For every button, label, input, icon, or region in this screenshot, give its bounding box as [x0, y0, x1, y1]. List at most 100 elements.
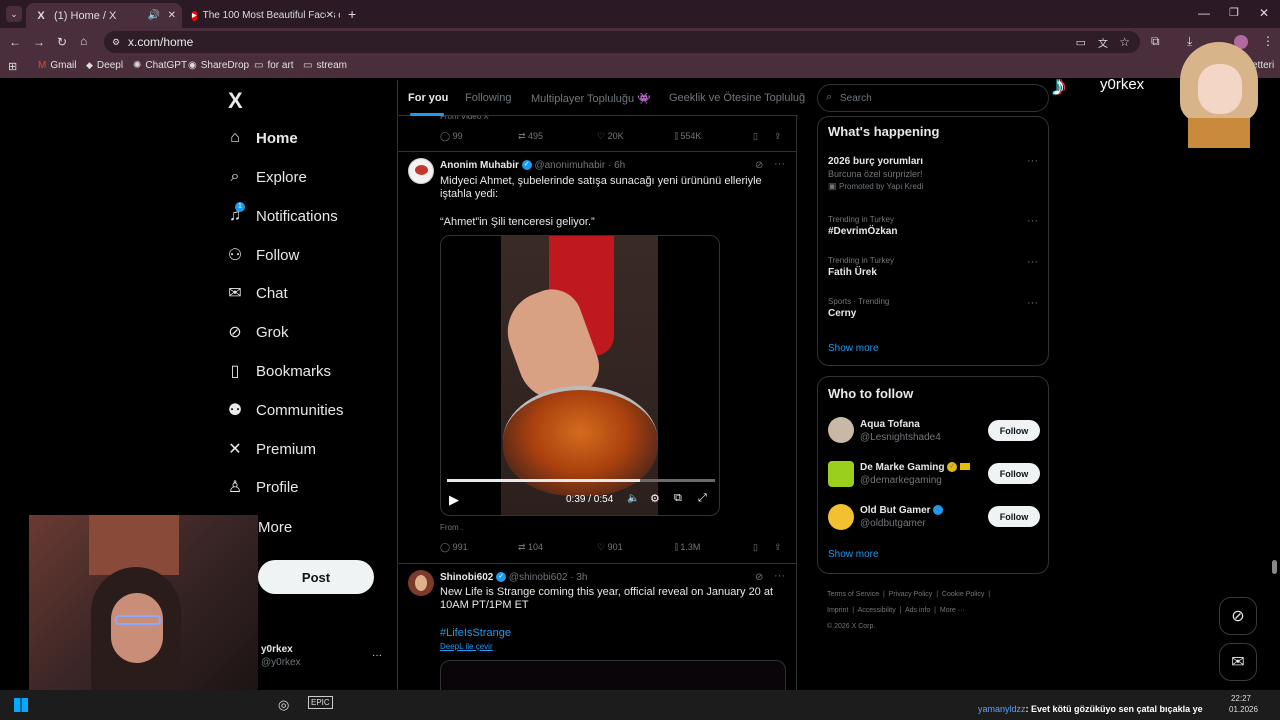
close-tab-icon[interactable]: ✕	[168, 10, 176, 21]
bookmark-gmail[interactable]: M Gmail	[38, 60, 76, 71]
bookmark-tweet-icon[interactable]: ▯	[753, 131, 758, 142]
share-icon[interactable]: ⇪	[774, 542, 782, 553]
tab-multiplayer-community[interactable]: Multiplayer Topluluğu 👾	[531, 92, 651, 105]
tab-x-home[interactable]: X (1) Home / X 🔊 ✕	[26, 3, 182, 28]
video-source[interactable]: From .	[440, 523, 463, 532]
volume-icon[interactable]: 🔈	[627, 493, 639, 504]
epic-games-icon[interactable]: EPIC	[308, 696, 333, 709]
tweet-time[interactable]: 3h	[576, 572, 587, 583]
follow-button[interactable]: Follow	[988, 506, 1040, 527]
repost-button[interactable]: ⇄ 104	[518, 542, 543, 553]
video-player[interactable]: ▶ 0:39 / 0:54 🔈 ⚙ ⧉ ⤢	[440, 235, 720, 516]
nav-home[interactable]: ⌂ Home	[226, 126, 298, 150]
windows-start-icon[interactable]	[14, 698, 28, 712]
picture-in-picture-icon[interactable]: ⧉	[674, 492, 682, 505]
show-more-link[interactable]: Show more	[828, 343, 879, 354]
nav-premium[interactable]: ✕ Premium	[226, 437, 316, 461]
close-window-icon[interactable]: ✕	[1259, 6, 1269, 20]
nav-more[interactable]: More	[258, 515, 292, 539]
views-stat[interactable]: ⫿ 554K	[675, 131, 701, 142]
follow-button[interactable]: Follow	[988, 463, 1040, 484]
footer-link[interactable]: Cookie Policy	[942, 591, 984, 598]
steam-icon[interactable]: ◎	[278, 697, 289, 713]
footer-link[interactable]: More ···	[940, 607, 965, 614]
maximize-icon[interactable]: ❐	[1229, 6, 1239, 19]
tab-geeklik-community[interactable]: Geeklik ve Ötesine Topluluğ	[669, 92, 805, 104]
avatar[interactable]	[408, 158, 434, 184]
follow-button[interactable]: Follow	[988, 420, 1040, 441]
nav-chat[interactable]: ✉ Chat	[226, 281, 287, 305]
repost-button[interactable]: ⇄ 495	[518, 131, 543, 142]
tweet-time[interactable]: 6h	[614, 160, 625, 171]
bookmark-deepl[interactable]: ◆ Deepl	[86, 60, 123, 71]
bookmark-sharedrop[interactable]: ◉ ShareDrop	[188, 60, 249, 71]
nav-bookmarks[interactable]: ▯ Bookmarks	[226, 359, 331, 383]
trend-item[interactable]: Trending in Turkey Fatih Ürek	[828, 255, 894, 279]
reply-button[interactable]: ◯ 99	[440, 131, 463, 142]
suggested-account[interactable]: Old But Gamer ✓ @oldbutgamer	[860, 504, 944, 530]
avatar[interactable]	[828, 417, 854, 443]
author-name[interactable]: Shinobi602	[440, 572, 493, 583]
nav-notifications[interactable]: ♫ 1 Notifications	[226, 202, 338, 228]
nav-follow[interactable]: ⚇ Follow	[226, 243, 300, 267]
avatar[interactable]	[828, 504, 854, 530]
nav-communities[interactable]: ⚉ Communities	[226, 398, 344, 422]
like-button[interactable]: ♡ 20K	[597, 131, 624, 142]
footer-link[interactable]: Accessibility	[858, 607, 896, 614]
nav-profile[interactable]: ♙ Profile	[226, 475, 299, 499]
reply-button[interactable]: ◯ 991	[440, 542, 468, 553]
tweet-shinobi602[interactable]: Shinobi602 ✓ @shinobi602 · 3h ⊘ ··· New …	[398, 564, 796, 690]
new-tab-icon[interactable]: +	[348, 6, 356, 22]
share-icon[interactable]: ⇪	[774, 131, 782, 142]
bookmark-stream[interactable]: ▭ stream	[303, 60, 347, 71]
trend-more-icon[interactable]: ···	[1027, 256, 1038, 268]
trend-more-icon[interactable]: ···	[1027, 155, 1038, 167]
forward-icon[interactable]: →	[33, 35, 45, 49]
reload-icon[interactable]: ↻	[57, 35, 67, 49]
home-button-icon[interactable]: ⌂	[80, 34, 87, 48]
trend-item[interactable]: Sports · Trending Cerny	[828, 296, 889, 320]
like-button[interactable]: ♡ 901	[597, 542, 623, 553]
url-field[interactable]: ⚙ x.com/home ▭ 文 ☆	[104, 31, 1140, 53]
suggested-account[interactable]: De Marke Gaming ✓ @demarkegaming	[860, 461, 971, 487]
footer-link[interactable]: Ads info	[905, 607, 930, 614]
author-name[interactable]: Anonim Muhabir	[440, 160, 519, 171]
footer-link[interactable]: Privacy Policy	[889, 591, 933, 598]
author-handle[interactable]: @shinobi602	[509, 572, 568, 583]
speaker-icon[interactable]: 🔊	[148, 10, 160, 21]
clock[interactable]: 22:27 01.2026	[1229, 693, 1258, 715]
nav-explore[interactable]: ⌕ Explore	[226, 165, 307, 189]
author-handle[interactable]: @anonimuhabir	[534, 160, 605, 171]
trend-more-icon[interactable]: ···	[1027, 215, 1038, 227]
trend-item[interactable]: Trending in Turkey #DevrimÖzkan	[828, 214, 897, 238]
star-icon[interactable]: ☆	[1119, 35, 1130, 49]
grok-float-button[interactable]: ⊘	[1219, 597, 1257, 635]
account-more-icon[interactable]: ···	[372, 649, 382, 662]
browser-menu-icon[interactable]: ⋮	[1262, 34, 1274, 48]
tab-for-you[interactable]: For you	[408, 92, 448, 104]
minimize-icon[interactable]: —	[1198, 6, 1210, 20]
nav-grok[interactable]: ⊘ Grok	[226, 320, 288, 344]
video-progress-track[interactable]	[447, 479, 715, 482]
back-icon[interactable]: ←	[9, 35, 21, 49]
suggested-account[interactable]: Aqua Tofana @Lesnightshade4	[860, 418, 941, 444]
bookmark-for-art[interactable]: ▭ for art	[254, 60, 294, 71]
tweet-more-icon[interactable]: ···	[774, 158, 785, 170]
footer-link[interactable]: Imprint	[827, 607, 848, 614]
play-icon[interactable]: ▶	[449, 492, 459, 508]
show-more-link[interactable]: Show more	[828, 549, 879, 560]
tab-following[interactable]: Following	[465, 92, 511, 104]
trend-item[interactable]: 2026 burç yorumları Burcuna özel sürprizl…	[828, 156, 923, 193]
site-info-icon[interactable]: ⚙	[112, 37, 120, 48]
hashtag-link[interactable]: #LifeIsStrange	[440, 627, 511, 639]
tweet-media-preview[interactable]	[440, 660, 786, 690]
page-scrollbar[interactable]	[1272, 560, 1277, 574]
bookmark-chatgpt[interactable]: ✺ ChatGPT	[133, 60, 187, 71]
extensions-icon[interactable]: ⧉	[1151, 34, 1160, 49]
search-field[interactable]: ⌕ Search	[817, 84, 1049, 112]
post-button[interactable]: Post	[258, 560, 374, 594]
avatar[interactable]	[828, 461, 854, 487]
views-stat[interactable]: ⫿ 1.3M	[675, 542, 700, 553]
cast-icon[interactable]: ▭	[1076, 36, 1086, 49]
tweet-anonim-muhabir[interactable]: Anonim Muhabir ✓ @anonimuhabir · 6h ⊘ ··…	[398, 152, 796, 560]
